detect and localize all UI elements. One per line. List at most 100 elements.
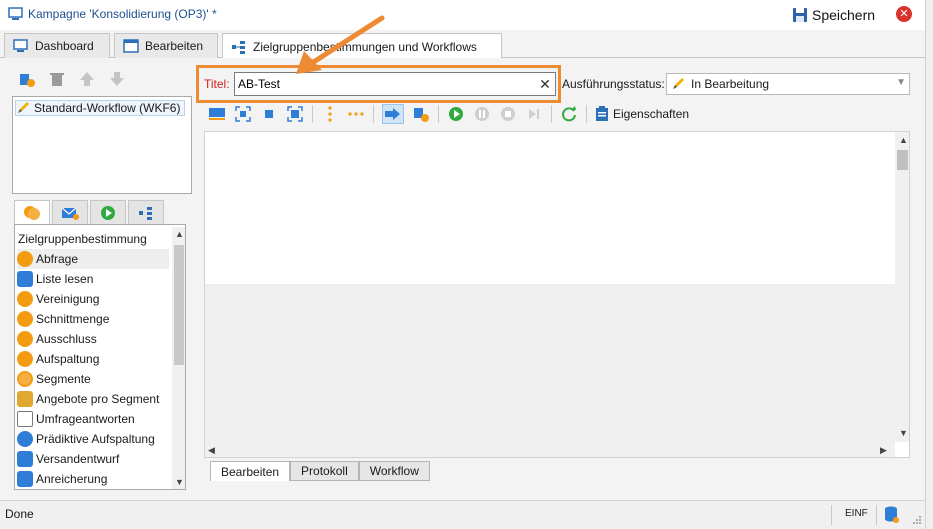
split-icon (17, 351, 33, 367)
stop-button[interactable] (499, 105, 517, 123)
activity-scrollbar[interactable]: ▲ ▼ (172, 227, 185, 489)
save-icon (793, 8, 807, 22)
properties-button[interactable]: Eigenschaften (595, 106, 689, 122)
tab-targeting-activities[interactable] (14, 200, 50, 224)
activity-category-heading: Zielgruppenbestimmung (18, 232, 147, 246)
annotation-arrow-icon (296, 15, 385, 74)
database-icon (17, 271, 33, 287)
zoom-button[interactable] (286, 105, 304, 123)
activity-label: Liste lesen (36, 272, 94, 286)
pencil-icon (673, 78, 684, 89)
canvas-background (205, 284, 895, 442)
canvas-vertical-scrollbar[interactable]: ▲ ▼ (895, 132, 909, 442)
tab-edit[interactable]: Bearbeiten (114, 33, 218, 58)
status-separator (831, 505, 832, 525)
tab-dashboard[interactable]: Dashboard (4, 33, 110, 58)
toggle-palette-button[interactable] (208, 105, 226, 123)
move-down-button[interactable] (108, 70, 126, 88)
tab-log[interactable]: Protokoll (290, 461, 359, 481)
tab-label: Bearbeiten (145, 39, 204, 53)
survey-icon (17, 411, 33, 427)
activity-label: Abfrage (36, 252, 79, 266)
new-workflow-button[interactable] (18, 70, 36, 88)
tab-action-activities[interactable] (128, 200, 164, 224)
vertical-layout-button[interactable] (321, 105, 339, 123)
activity-offers-by-segment[interactable]: Angebote pro Segment (17, 389, 169, 409)
expand-icon (287, 106, 303, 122)
execution-status-value: In Bearbeitung (691, 77, 770, 91)
scrollbar-thumb[interactable] (174, 245, 184, 365)
workflow-icon (232, 40, 245, 54)
refresh-icon (562, 106, 576, 122)
move-up-button[interactable] (78, 70, 96, 88)
close-button[interactable]: ✕ (896, 6, 912, 22)
horizontal-layout-button[interactable] (347, 105, 365, 123)
refresh-button[interactable] (560, 105, 578, 123)
scroll-up-icon[interactable]: ▲ (175, 229, 184, 239)
activity-union[interactable]: Vereinigung (17, 289, 169, 309)
save-label: Speichern (812, 7, 876, 23)
tab-delivery-activities[interactable] (52, 200, 88, 224)
activity-label: Umfrageantworten (36, 412, 135, 426)
activity-survey-answers[interactable]: Umfrageantworten (17, 409, 169, 429)
tab-workflow[interactable]: Workflow (358, 461, 430, 481)
scroll-left-icon[interactable]: ◀ (208, 445, 215, 456)
workflow-toolbar: Eigenschaften (208, 102, 910, 126)
activity-predictive-split[interactable]: Prädiktive Aufspaltung (17, 429, 169, 449)
toolbar-separator (438, 105, 439, 123)
campaign-icon (8, 7, 23, 20)
pause-icon (475, 107, 489, 121)
activity-read-list[interactable]: Liste lesen (17, 269, 169, 289)
targeting-icon (24, 205, 40, 220)
resize-grip-icon[interactable] (912, 515, 922, 525)
step-button[interactable] (525, 105, 543, 123)
exclusion-icon (17, 331, 33, 347)
tab-flow-control-activities[interactable] (90, 200, 126, 224)
workflow-list-item[interactable]: Standard-Workflow (WKF6) (15, 100, 186, 116)
normal-size-button[interactable] (260, 105, 278, 123)
query-icon (17, 251, 33, 267)
activity-label: Schnittmenge (36, 312, 110, 326)
activity-split[interactable]: Aufspaltung (17, 349, 169, 369)
trash-icon (50, 73, 64, 86)
workflow-properties-button[interactable] (412, 105, 430, 123)
pencil-icon (18, 102, 29, 113)
predictive-split-icon (17, 431, 33, 447)
activity-enrichment[interactable]: Anreicherung (17, 469, 169, 489)
activity-query[interactable]: Abfrage (17, 249, 169, 269)
scroll-right-icon[interactable]: ▶ (880, 445, 887, 456)
fit-to-window-button[interactable] (234, 105, 252, 123)
play-icon (101, 205, 115, 220)
window-title: Kampagne 'Konsolidierung (OP3)' * (28, 7, 217, 21)
editor-bottom-tabs: Bearbeiten Protokoll Workflow (210, 461, 430, 481)
workflow-canvas[interactable]: ▲ ▼ ◀ ▶ (204, 131, 910, 458)
start-mode-button[interactable] (382, 104, 404, 124)
activity-label: Aufspaltung (36, 352, 100, 366)
stop-icon (501, 107, 515, 121)
offers-icon (17, 391, 33, 407)
scroll-up-icon[interactable]: ▲ (899, 135, 908, 145)
clipboard-icon (596, 106, 608, 121)
save-button[interactable]: Speichern (792, 4, 875, 26)
activity-exclusion[interactable]: Ausschluss (17, 329, 169, 349)
workflow-item-label: Standard-Workflow (WKF6) (34, 101, 181, 115)
intersection-icon (17, 311, 33, 327)
activity-label: Versandentwurf (36, 452, 120, 466)
scrollbar-thumb[interactable] (897, 150, 908, 170)
activity-label: Vereinigung (36, 292, 100, 306)
activity-delivery-outline[interactable]: Versandentwurf (17, 449, 169, 469)
scroll-down-icon[interactable]: ▼ (899, 428, 908, 438)
activity-category-tabs (14, 200, 164, 224)
activity-intersection[interactable]: Schnittmenge (17, 309, 169, 329)
activity-segments[interactable]: Segmente (17, 369, 169, 389)
delete-button[interactable] (48, 70, 66, 88)
start-button[interactable] (447, 105, 465, 123)
canvas-horizontal-scrollbar[interactable]: ◀ ▶ (205, 442, 895, 457)
pause-button[interactable] (473, 105, 491, 123)
chevron-down-icon: ▼ (896, 77, 906, 88)
tab-edit-bottom[interactable]: Bearbeiten (210, 461, 291, 481)
scroll-down-icon[interactable]: ▼ (175, 477, 184, 487)
activity-label: Angebote pro Segment (36, 392, 160, 406)
execution-status-select[interactable]: In Bearbeitung ▼ (666, 73, 910, 95)
horizontal-dots-icon (348, 112, 364, 116)
